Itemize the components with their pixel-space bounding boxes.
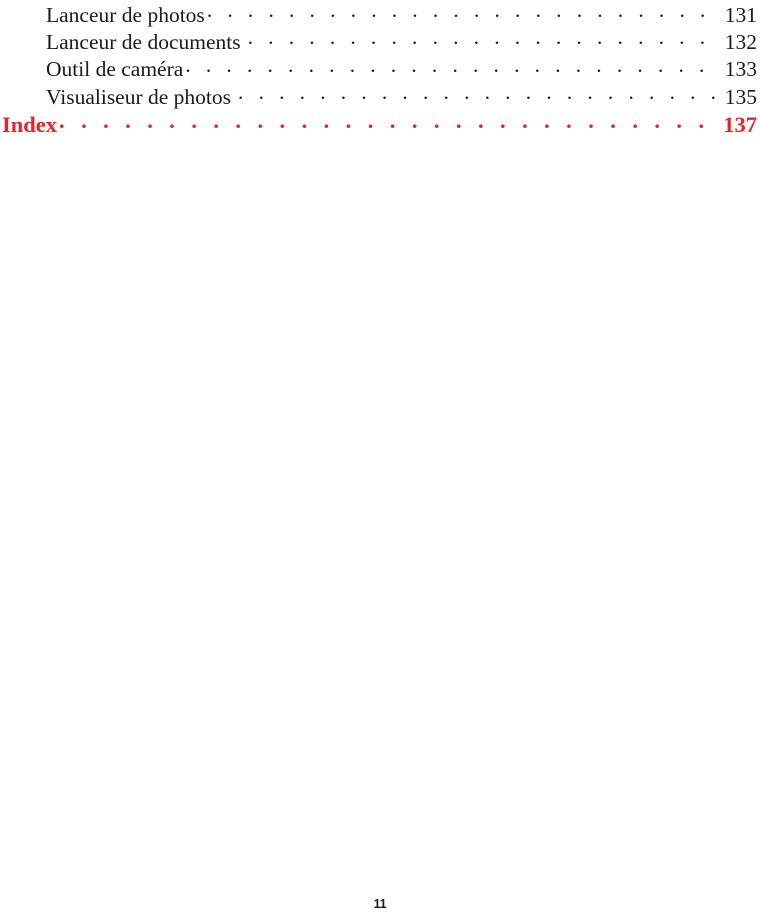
toc-leader-dots: . . . . . . . . . . . . . . . . . . . . … (248, 27, 717, 49)
toc-entry-title: Index (2, 112, 58, 138)
toc-leader-dots: . . . . . . . . . . . . . . . . . . . . … (207, 0, 717, 22)
document-page: Lanceur de photos . . . . . . . . . . . … (0, 0, 760, 917)
toc-entry-page-number: 133 (724, 57, 757, 82)
toc-leader-dots-text: . . . . . . . . . . . . . . . . . . . . … (206, 0, 717, 22)
toc-leader-dots: . . . . . . . . . . . . . . . . . . . . … (59, 110, 711, 133)
toc-entry-title: Outil de caméra (46, 57, 184, 82)
toc-entry-title: Visualiseur de photos (46, 84, 232, 109)
toc-leader-dots: . . . . . . . . . . . . . . . . . . . . … (238, 82, 717, 104)
toc-entry[interactable]: Lanceur de documents . . . . . . . . . .… (0, 27, 760, 54)
page-body-blank-area (0, 150, 760, 890)
toc-entry[interactable]: Outil de caméra . . . . . . . . . . . . … (0, 55, 760, 82)
toc-entry-page-number: 132 (724, 29, 757, 54)
toc-entry-title: Lanceur de documents (46, 29, 241, 54)
toc-leader-dots-text: . . . . . . . . . . . . . . . . . . . . … (185, 54, 717, 77)
footer-page-number: 11 (373, 897, 387, 911)
toc-entry[interactable]: Lanceur de photos . . . . . . . . . . . … (0, 0, 760, 27)
toc-entry[interactable]: Visualiseur de photos . . . . . . . . . … (0, 82, 760, 109)
toc-leader-dots-text: . . . . . . . . . . . . . . . . . . . . … (247, 27, 717, 49)
toc-entry-title: Lanceur de photos (46, 2, 205, 27)
toc-entry-page-number: 137 (723, 112, 757, 138)
table-of-contents: Lanceur de photos . . . . . . . . . . . … (0, 0, 760, 137)
toc-leader-dots-text: . . . . . . . . . . . . . . . . . . . . … (59, 109, 711, 133)
toc-entry-page-number: 135 (724, 84, 757, 109)
toc-leader-dots: . . . . . . . . . . . . . . . . . . . . … (185, 55, 717, 77)
page-footer: 11 (0, 897, 760, 911)
toc-entry-index[interactable]: Index . . . . . . . . . . . . . . . . . … (0, 110, 760, 138)
toc-leader-dots-text: . . . . . . . . . . . . . . . . . . . . … (238, 82, 717, 104)
toc-entry-page-number: 131 (724, 2, 757, 27)
